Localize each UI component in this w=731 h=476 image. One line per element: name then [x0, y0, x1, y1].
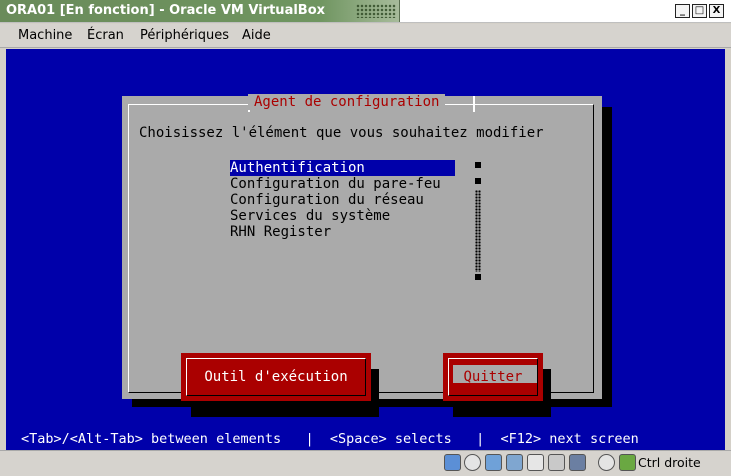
maximize-button[interactable]: □	[692, 4, 707, 18]
dialog-prompt: Choisissez l'élément que vous souhaitez …	[139, 125, 544, 141]
window-title: ORA01 [En fonction] - Oracle VM VirtualB…	[6, 3, 326, 18]
close-button[interactable]: X	[709, 4, 724, 18]
status-bar: Ctrl droite	[0, 450, 731, 476]
list-item-rhn-register[interactable]: RHN Register	[230, 224, 455, 240]
mouse-integration-icon[interactable]	[619, 454, 636, 471]
scroll-down-mark	[475, 274, 481, 280]
quit-button[interactable]: Quitter	[443, 353, 543, 401]
hard-disk-icon[interactable]	[444, 454, 461, 471]
vm-display[interactable]: Agent de configuration Choisissez l'élém…	[6, 49, 725, 450]
dialog-border	[128, 104, 594, 393]
list-item-authentification[interactable]: Authentification	[230, 160, 455, 176]
run-tool-button-label: Outil d'exécution	[204, 369, 348, 385]
quit-button-label: Quitter	[463, 369, 523, 385]
run-tool-button[interactable]: Outil d'exécution	[181, 353, 371, 401]
menu-machine[interactable]: Machine	[18, 28, 72, 43]
title-tab[interactable]: ORA01 [En fonction] - Oracle VM VirtualB…	[0, 0, 400, 22]
scroll-track[interactable]	[475, 190, 481, 272]
list-item-reseau[interactable]: Configuration du réseau	[230, 192, 455, 208]
menu-ecran[interactable]: Écran	[87, 28, 124, 43]
list-item-services[interactable]: Services du système	[230, 208, 455, 224]
dialog-title: Agent de configuration	[248, 94, 446, 110]
keyboard-hint: <Tab>/<Alt-Tab> between elements | <Spac…	[21, 431, 639, 447]
host-key-label: Ctrl droite	[638, 455, 701, 470]
list-scrollbar[interactable]	[475, 162, 481, 280]
shared-folders-icon[interactable]	[527, 454, 544, 471]
config-listbox[interactable]: Authentification Configuration du pare-f…	[230, 160, 455, 242]
optical-drive-icon[interactable]	[464, 454, 481, 471]
scroll-up-mark	[475, 162, 481, 168]
minimize-button[interactable]: _	[675, 4, 690, 18]
recording-icon[interactable]	[598, 454, 615, 471]
scroll-thumb[interactable]	[475, 178, 481, 184]
window-titlebar[interactable]: ORA01 [En fonction] - Oracle VM VirtualB…	[0, 0, 731, 23]
menu-aide[interactable]: Aide	[242, 28, 271, 43]
title-grip-icon	[356, 4, 396, 18]
menu-bar: Machine Écran Périphériques Aide	[0, 24, 731, 48]
network-icon[interactable]	[506, 454, 523, 471]
display-icon[interactable]	[548, 454, 565, 471]
video-capture-icon[interactable]	[569, 454, 586, 471]
list-item-pare-feu[interactable]: Configuration du pare-feu	[230, 176, 455, 192]
usb-icon[interactable]	[485, 454, 502, 471]
menu-peripheriques[interactable]: Périphériques	[140, 28, 229, 43]
config-dialog: Agent de configuration Choisissez l'élém…	[122, 94, 602, 417]
